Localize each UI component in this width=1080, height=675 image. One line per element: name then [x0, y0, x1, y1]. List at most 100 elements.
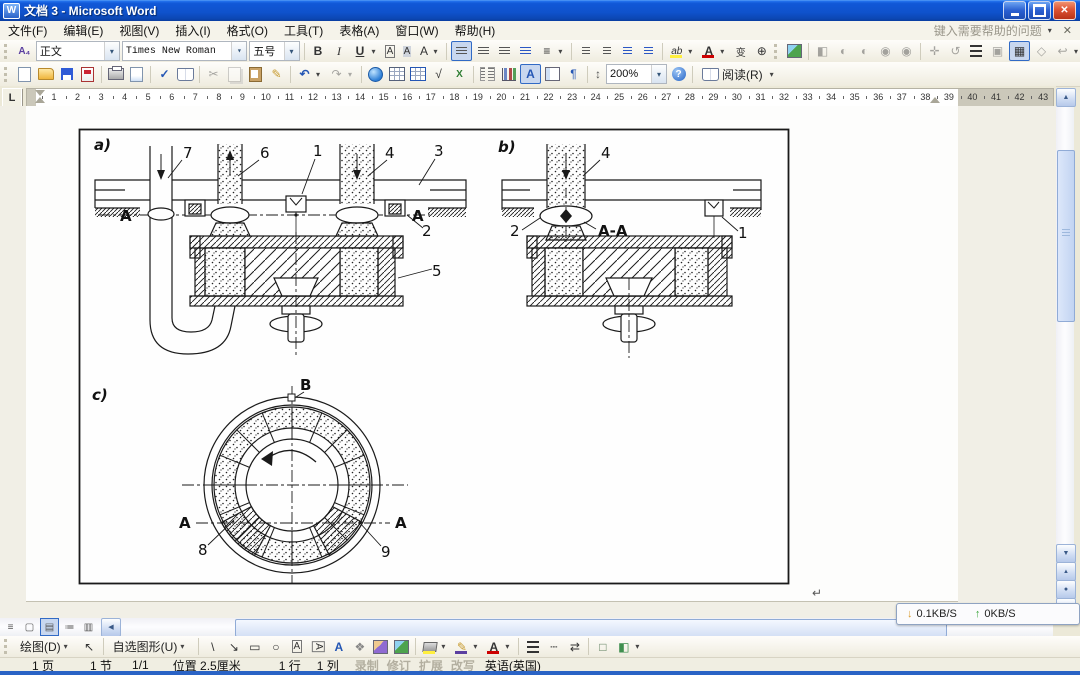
style-combobox[interactable]: 正文▾ — [36, 41, 120, 61]
spelling-grammar-icon[interactable]: ✓ — [155, 65, 174, 83]
menu-tools[interactable]: 工具(T) — [276, 21, 331, 40]
align-left-button[interactable] — [451, 41, 472, 61]
open-icon[interactable] — [36, 65, 55, 83]
insert-table-icon[interactable] — [408, 65, 427, 83]
reading-layout-button[interactable]: 阅读(R) — [697, 65, 768, 83]
highlight-dropdown-icon[interactable]: ▾ — [688, 47, 697, 56]
bullets-button[interactable] — [597, 42, 616, 60]
less-contrast-button[interactable]: ◐ — [855, 42, 874, 60]
size-dropdown-icon[interactable]: ▾ — [284, 42, 299, 60]
help-icon[interactable]: ? — [669, 65, 688, 83]
phonetic-guide-button[interactable]: 变 — [731, 42, 750, 60]
document-page[interactable]: a) 7 6 1 4 3 A A 2 5 — [26, 106, 958, 602]
document-map-icon[interactable] — [543, 65, 562, 83]
line-spacing-button[interactable]: ≡ — [537, 42, 556, 60]
drawing-toolbar-options-icon[interactable]: ▾ — [635, 642, 644, 651]
character-scale-button[interactable]: A — [416, 42, 431, 60]
restore-button[interactable] — [1028, 1, 1051, 20]
menu-file[interactable]: 文件(F) — [0, 21, 55, 40]
crop-button[interactable]: ✛ — [925, 42, 944, 60]
menu-format[interactable]: 格式(O) — [219, 21, 276, 40]
diagram-icon[interactable]: ❖ — [350, 638, 369, 656]
help-question-input[interactable]: 键入需要帮助的问题 — [934, 22, 1042, 39]
less-brightness-button[interactable]: ◉ — [897, 42, 916, 60]
font-color-dropdown-icon[interactable]: ▾ — [505, 642, 514, 651]
technical-figure[interactable]: a) 7 6 1 4 3 A A 2 5 — [78, 128, 790, 585]
standard-toolbar-options-icon[interactable]: ▾ — [770, 70, 779, 79]
font-combobox[interactable]: Times New Roman▾ — [122, 41, 247, 61]
columns-icon[interactable] — [478, 65, 497, 83]
increase-indent-button[interactable] — [639, 42, 658, 60]
formatting-marks-icon[interactable]: ¶ — [564, 65, 583, 83]
arrow-shape-icon[interactable]: ↘ — [224, 638, 243, 656]
fill-color-icon[interactable] — [420, 638, 439, 656]
tab-stop-selector[interactable]: L — [2, 88, 22, 107]
line-shape-icon[interactable]: \ — [203, 638, 222, 656]
picture-toolbar-options-icon[interactable]: ▾ — [1074, 47, 1080, 56]
bold-button[interactable]: B — [308, 42, 327, 60]
select-browse-object-icon[interactable]: ● — [1056, 580, 1076, 599]
set-transparent-color-button[interactable]: ↩ — [1053, 42, 1072, 60]
vertical-scroll-thumb[interactable] — [1057, 150, 1075, 322]
font-color-icon[interactable]: A — [484, 638, 503, 656]
more-contrast-button[interactable]: ◐ — [834, 42, 853, 60]
styles-and-formatting-icon[interactable]: A₄ — [15, 42, 34, 60]
view-web-layout-button[interactable]: ▢ — [21, 619, 38, 635]
line-style-icon[interactable] — [523, 638, 542, 656]
insert-hyperlink-icon[interactable] — [366, 65, 385, 83]
character-scale-dropdown-icon[interactable]: ▾ — [433, 47, 442, 56]
menu-window[interactable]: 窗口(W) — [387, 21, 446, 40]
print-preview-icon[interactable] — [127, 65, 146, 83]
toolbar-grip[interactable] — [4, 44, 10, 59]
horizontal-scroll-thumb[interactable] — [235, 619, 947, 637]
autoshapes-menu-button[interactable]: 自选图形(U) ▾ — [108, 638, 195, 656]
menu-view[interactable]: 视图(V) — [111, 21, 167, 40]
insert-picture-from-file-icon[interactable] — [392, 638, 411, 656]
font-size-combobox[interactable]: 五号▾ — [249, 41, 299, 61]
dash-style-icon[interactable]: ┄ — [544, 638, 563, 656]
font-dropdown-icon[interactable]: ▾ — [231, 42, 246, 60]
line-color-icon[interactable]: ✎ — [452, 638, 471, 656]
character-shading-button[interactable]: A — [399, 42, 414, 60]
style-dropdown-icon[interactable]: ▾ — [104, 42, 119, 60]
redo-dropdown-icon[interactable]: ▾ — [348, 70, 357, 79]
insert-formula-icon[interactable]: √ — [429, 65, 448, 83]
format-painter-icon[interactable]: ✎ — [267, 65, 286, 83]
wordart-icon[interactable]: A — [329, 638, 348, 656]
drawing-toolbar-toggle[interactable]: A — [520, 64, 541, 84]
line-style-button[interactable] — [967, 42, 986, 60]
close-button[interactable]: ✕ — [1053, 1, 1076, 20]
text-box-icon[interactable]: A — [287, 638, 306, 656]
right-indent-marker[interactable] — [930, 97, 940, 103]
view-print-layout-button[interactable]: ▤ — [40, 618, 59, 636]
line-color-dropdown-icon[interactable]: ▾ — [473, 642, 482, 651]
clip-art-icon[interactable] — [371, 638, 390, 656]
redo-icon[interactable]: ↷ — [327, 65, 346, 83]
save-icon[interactable] — [57, 65, 76, 83]
draw-menu-button[interactable]: 绘图(D) ▾ — [15, 638, 78, 656]
underline-button[interactable]: U — [350, 42, 369, 60]
horizontal-ruler[interactable]: 1234567891011121314151617181920212223242… — [26, 88, 1054, 107]
cut-icon[interactable]: ✂ — [204, 65, 223, 83]
zoom-dropdown-icon[interactable]: ▾ — [651, 65, 666, 83]
picture-toolbar-grip[interactable] — [774, 44, 780, 59]
toolbar-grip[interactable] — [4, 639, 10, 654]
font-color-dropdown-icon[interactable]: ▾ — [720, 47, 729, 56]
font-color-button[interactable]: A — [699, 42, 718, 60]
scroll-up-icon[interactable]: ▲ — [1056, 88, 1076, 107]
oval-shape-icon[interactable]: ○ — [266, 638, 285, 656]
zoom-combobox[interactable]: 200%▾ — [606, 64, 667, 84]
format-picture-button[interactable]: ◇ — [1032, 42, 1051, 60]
threed-style-icon[interactable]: ◧ — [614, 638, 633, 656]
research-icon[interactable] — [176, 65, 195, 83]
insert-excel-worksheet-icon[interactable]: X — [450, 65, 469, 83]
vertical-scrollbar[interactable]: ▲ ▼ ▲ ● ▼ — [1056, 88, 1074, 618]
first-line-indent-marker[interactable] — [35, 90, 45, 96]
italic-button[interactable]: I — [329, 42, 348, 60]
menu-table[interactable]: 表格(A) — [331, 21, 387, 40]
compress-pictures-button[interactable]: ▣ — [988, 42, 1007, 60]
print-icon[interactable] — [106, 65, 125, 83]
rectangle-shape-icon[interactable]: ▭ — [245, 638, 264, 656]
align-center-button[interactable] — [474, 42, 493, 60]
undo-dropdown-icon[interactable]: ▾ — [316, 70, 325, 79]
